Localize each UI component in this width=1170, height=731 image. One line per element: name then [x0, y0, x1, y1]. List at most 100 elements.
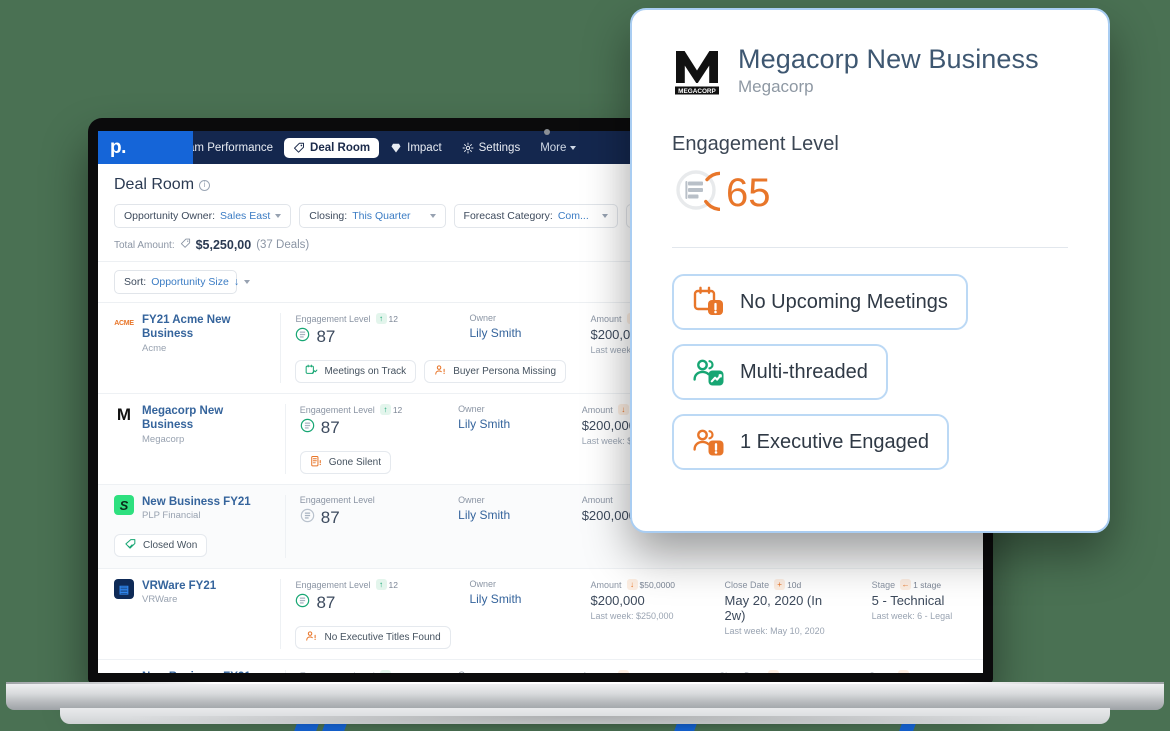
laptop-base-shadow	[120, 716, 1050, 730]
calendar-alert-icon	[692, 285, 726, 319]
tag-label: Closed Won	[143, 540, 198, 552]
badge-label: 1 Executive Engaged	[740, 430, 930, 453]
deal-title[interactable]: New Business FY21	[142, 670, 251, 673]
filter-closing[interactable]: Closing: This Quarter	[299, 204, 446, 228]
account-logo-megacorp: M	[114, 404, 134, 424]
diamond-icon	[390, 142, 402, 154]
nav-item-more[interactable]: More	[531, 138, 585, 158]
engagement-gauge-icon	[672, 166, 741, 219]
engagement-ring-icon	[300, 508, 315, 528]
amount-delta: ↓ $50,0000	[617, 670, 666, 674]
badge-executive-engaged[interactable]: 1 Executive Engaged	[672, 414, 950, 471]
stage-cell: Stage ← 1 stage 5 - Technical Last week:…	[855, 670, 983, 673]
engagement-score: 87	[320, 418, 340, 437]
tag-meetings-on-track[interactable]: Meetings on Track	[295, 360, 417, 383]
nav-more-label: More	[540, 141, 567, 154]
megacorp-logo: MEGACORP	[672, 46, 722, 96]
engagement-ring-icon	[295, 593, 310, 613]
stage-delta: ← 1 stage	[897, 670, 938, 673]
tag-gone-silent[interactable]: Gone Silent	[299, 451, 392, 474]
arrow-up-icon: ↑	[375, 579, 387, 590]
engagement-cell: Engagement Level 87	[284, 495, 444, 558]
owner-name[interactable]: Lily Smith	[458, 508, 554, 522]
filter-value: Sales East	[220, 210, 271, 222]
owner-cell: Owner Lily Smith	[444, 404, 568, 474]
sort-arrow-icon: ↓	[233, 276, 240, 288]
chevron-down-icon	[601, 214, 608, 218]
owner-name[interactable]: Lily Smith	[469, 592, 562, 606]
column-label-owner: Owner	[458, 495, 485, 505]
close-date-cell: Close Date + 10d May 20, 2020 (In 2w) La…	[705, 670, 855, 673]
badge-no-upcoming-meetings[interactable]: No Upcoming Meetings	[672, 274, 968, 331]
column-label-amount: Amount	[590, 313, 622, 324]
nav-item-impact[interactable]: Impact	[381, 138, 451, 158]
nav-item-settings[interactable]: Settings	[453, 138, 530, 158]
account-logo-text: ▦	[118, 672, 130, 673]
tag-check-icon	[124, 538, 137, 554]
document-alert-icon	[310, 455, 323, 471]
deal-title[interactable]: FY21 Acme New Business	[142, 313, 270, 342]
table-row[interactable]: ▦ New Business FY21 Potato Ventures Enga…	[98, 660, 983, 673]
deal-account: Megacorp	[142, 433, 185, 445]
arrow-up-icon: ↑	[375, 313, 387, 324]
stage-delta-value: 1 stage	[913, 579, 942, 590]
tag-label: Meetings on Track	[324, 366, 407, 377]
owner-name[interactable]: Lily Smith	[458, 417, 554, 431]
page-title-text: Deal Room	[114, 176, 195, 193]
deal-tags: Meetings on Track Buyer Persona Missing	[295, 360, 567, 383]
tag-label: No Executive Titles Found	[324, 632, 441, 643]
deal-name-cell: M Megacorp New Business Megacorp	[114, 404, 285, 474]
column-label-close-date: Close Date	[724, 579, 770, 590]
column-label-stage: Stage	[869, 671, 893, 674]
column-label-stage: Stage	[871, 579, 896, 590]
table-row[interactable]: ▤ VRWare FY21 VRWare Engagement Level ↑	[98, 569, 983, 660]
sort-value: Opportunity Size	[151, 276, 229, 288]
filter-forecast-category[interactable]: Forecast Category: Com...	[453, 204, 618, 228]
deal-name-cell: ▤ VRWare FY21 VRWare	[114, 579, 280, 649]
engagement-delta-value: 12	[392, 404, 403, 415]
chevron-down-icon	[570, 145, 577, 150]
engagement-ring-icon	[295, 327, 310, 347]
amount-value: $200,000	[590, 593, 645, 608]
column-label-close-date: Close Date	[719, 671, 764, 674]
gear-icon	[462, 142, 474, 154]
nav-label: Impact	[407, 141, 442, 154]
amount-delta: ↓ $50,0000	[626, 579, 675, 590]
deal-title[interactable]: Megacorp New Business	[142, 404, 275, 433]
owner-name[interactable]: Lily Smith	[469, 326, 562, 340]
column-label-owner: Owner	[458, 670, 554, 673]
column-label-owner: Owner	[469, 313, 496, 323]
badge-multi-threaded[interactable]: Multi-threaded	[672, 344, 888, 401]
person-alert-icon	[434, 364, 447, 380]
filter-opportunity-owner[interactable]: Opportunity Owner: Sales East	[114, 204, 292, 228]
tag-no-executive-titles-found[interactable]: No Executive Titles Found	[295, 626, 451, 649]
engagement-score: 87	[320, 508, 340, 527]
sort-control[interactable]: Sort: Opportunity Size ↓	[114, 270, 251, 294]
calendar-trend-icon	[305, 364, 318, 380]
amount-delta-value: $50,0000	[631, 671, 666, 674]
stage-delta: ← 1 stage	[900, 579, 941, 590]
info-icon[interactable]: i	[199, 179, 211, 191]
tag-label: Gone Silent	[328, 457, 382, 468]
deal-title[interactable]: New Business FY21	[142, 495, 251, 509]
nav-item-deal-room[interactable]: Deal Room	[284, 137, 380, 158]
column-label-amount: Amount	[581, 404, 613, 415]
account-logo-text: ACME	[114, 319, 134, 327]
engagement-score-display: 65	[672, 166, 1068, 219]
close-delta: + 10d	[768, 670, 795, 673]
tag-closed-won[interactable]: Closed Won	[114, 534, 208, 558]
app-logo[interactable]: p.	[110, 137, 126, 159]
plus-icon: +	[774, 579, 786, 590]
deal-name-cell: S New Business FY21 PLP Financial Closed…	[114, 495, 285, 558]
deal-detail-card: MEGACORP Megacorp New Business Megacorp …	[630, 8, 1110, 533]
account-logo-text: S	[119, 497, 129, 513]
arrow-down-icon: ↓	[626, 579, 638, 590]
deal-title[interactable]: VRWare FY21	[142, 579, 216, 593]
close-delta-value: 10d	[787, 579, 802, 590]
detail-card-subtitle: Megacorp	[738, 77, 814, 97]
owner-cell: Owner Lily Smith	[444, 670, 568, 673]
engagement-delta: ↑ 12	[375, 579, 398, 590]
arrow-up-icon: ↑	[379, 670, 391, 673]
owner-cell: Owner Lily Smith	[444, 495, 568, 558]
engagement-cell: Engagement Level ↑ 12 87	[280, 313, 567, 383]
